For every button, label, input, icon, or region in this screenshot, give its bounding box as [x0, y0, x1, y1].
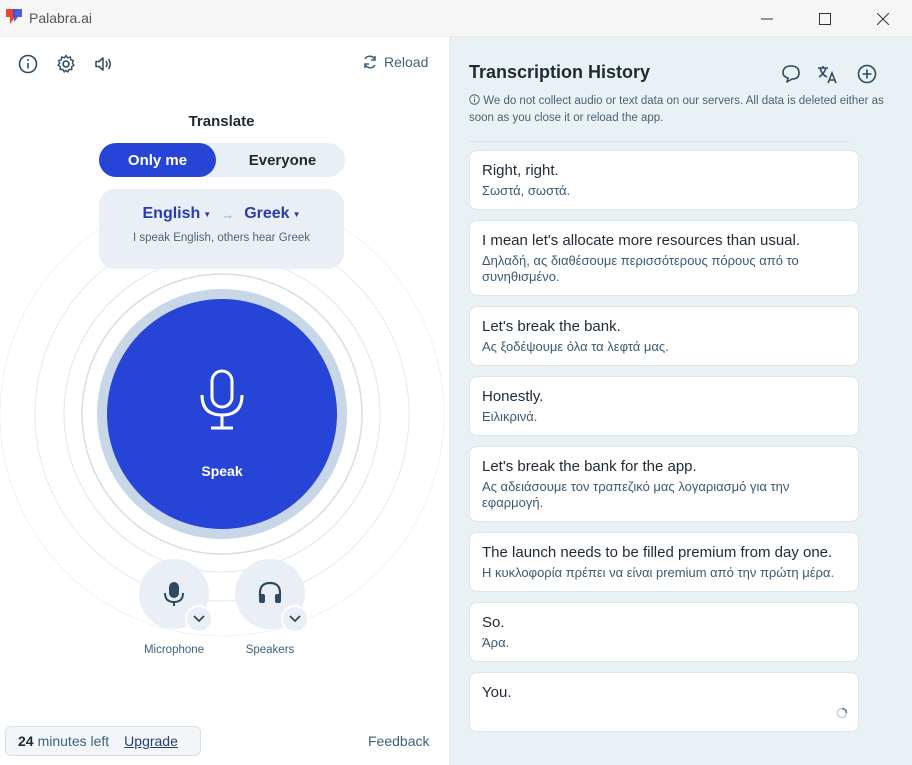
divider — [469, 141, 849, 142]
language-card: English ▼ → Greek ▼ I speak English, oth… — [99, 189, 344, 269]
history-item-source: You. — [482, 684, 512, 701]
minimize-icon — [761, 18, 773, 20]
history-item-source: Honestly. — [482, 388, 544, 405]
privacy-notice-text: We do not collect audio or text data on … — [469, 95, 884, 124]
gear-icon — [57, 54, 75, 73]
speakers-dropdown-button[interactable] — [281, 605, 309, 633]
info-button[interactable] — [17, 53, 39, 75]
history-title: Transcription History — [469, 62, 651, 82]
history-item-source: So. — [482, 614, 505, 631]
feedback-link[interactable]: Feedback — [368, 733, 429, 749]
minutes-suffix: minutes left — [37, 733, 110, 749]
history-item-source: Right, right. — [482, 162, 559, 179]
history-item[interactable]: I mean let's allocate more resources tha… — [469, 220, 859, 296]
history-item-source: I mean let's allocate more resources tha… — [482, 232, 801, 249]
chat-button[interactable] — [780, 63, 802, 85]
info-icon — [469, 94, 480, 105]
source-language-label: English — [142, 205, 201, 222]
add-button[interactable] — [856, 63, 878, 85]
mode-only-me-button[interactable]: Only me — [99, 143, 216, 177]
translate-icon — [818, 66, 837, 84]
history-panel: Transcription History We do not collect … — [449, 37, 912, 765]
reload-button[interactable]: Reload — [362, 54, 428, 70]
info-icon — [18, 54, 38, 74]
history-item[interactable]: Let's break the bank. Ας ξοδέψουμε όλα τα… — [469, 306, 859, 366]
microphone-label: Microphone — [143, 644, 205, 656]
plus-circle-icon — [857, 64, 877, 84]
chat-bubble-icon — [782, 65, 800, 83]
translator-panel: Reload Translate Only me Everyone Englis… — [0, 37, 449, 765]
minutes-value: 24 — [18, 733, 34, 749]
history-item-translation: Σωστά, σωστά. — [482, 183, 571, 198]
history-list: Right, right. Σωστά, σωστά. I mean let's a… — [469, 150, 859, 742]
headphones-icon — [258, 581, 282, 603]
history-item[interactable]: Let's break the bank for the app. Ας αδει… — [469, 446, 859, 522]
history-item[interactable]: Right, right. Σωστά, σωστά. — [469, 150, 859, 210]
mode-toggle: Only me Everyone — [99, 143, 345, 177]
title-bar: Palabra.ai — [0, 0, 912, 37]
source-language-select[interactable]: English ▼ — [143, 205, 212, 223]
speaker-volume-icon — [95, 57, 111, 71]
chevron-down-icon — [193, 615, 205, 623]
arrow-right-icon: → — [221, 206, 235, 222]
history-item[interactable]: Honestly. Ειλικρινά. — [469, 376, 859, 436]
reload-label: Reload — [384, 54, 429, 70]
speak-label: Speak — [201, 463, 243, 479]
history-item-translation: Ειλικρινά. — [482, 409, 538, 424]
history-item-translation: Δηλαδή, ας διαθέσουμε περισσότερους πόρο… — [482, 253, 799, 284]
microphone-icon — [200, 369, 244, 430]
speakers-label: Speakers — [245, 644, 295, 656]
microphone-icon — [164, 582, 184, 606]
target-language-label: Greek — [244, 205, 290, 222]
loading-spinner-icon — [836, 707, 848, 719]
close-button[interactable] — [860, 6, 906, 32]
minimize-button[interactable] — [744, 6, 790, 32]
target-language-select[interactable]: Greek ▼ — [244, 205, 300, 223]
volume-button[interactable] — [92, 53, 114, 75]
language-description: I speak English, others hear Greek — [132, 232, 311, 244]
history-item-translation: Η κυκλοφορία πρέπει να είναι premium από… — [482, 565, 835, 580]
privacy-notice: We do not collect audio or text data on … — [469, 93, 889, 127]
maximize-icon — [819, 13, 831, 25]
history-item-source: The launch needs to be filled premium fr… — [482, 544, 833, 561]
app-title: Palabra.ai — [29, 10, 93, 26]
chevron-down-icon — [289, 615, 301, 623]
settings-button[interactable] — [55, 53, 77, 75]
history-item[interactable]: So. Άρα. — [469, 602, 859, 662]
maximize-button[interactable] — [802, 6, 848, 32]
history-item[interactable]: You. — [469, 672, 859, 732]
mode-everyone-button[interactable]: Everyone — [220, 143, 345, 177]
app-logo-icon — [6, 9, 22, 24]
upgrade-link[interactable]: Upgrade — [124, 733, 178, 749]
reload-icon — [364, 55, 376, 69]
history-item-source: Let's break the bank. — [482, 318, 621, 335]
caret-down-icon: ▼ — [292, 209, 301, 219]
microphone-dropdown-button[interactable] — [185, 605, 213, 633]
minutes-left-badge: 24 minutes left Upgrade — [5, 726, 201, 756]
history-item-translation: Ας ξοδέψουμε όλα τα λεφτά μας. — [482, 339, 669, 354]
speak-button[interactable]: Speak — [107, 299, 337, 529]
history-item-translation: Ας αδειάσουμε τον τραπεζικό μας λογαριασ… — [482, 479, 790, 510]
caret-down-icon: ▼ — [203, 209, 212, 219]
translate-button[interactable] — [817, 63, 839, 85]
translate-heading: Translate — [188, 113, 255, 130]
history-item-translation: Άρα. — [482, 635, 510, 650]
history-item[interactable]: The launch needs to be filled premium fr… — [469, 532, 859, 592]
history-item-source: Let's break the bank for the app. — [482, 458, 697, 475]
close-icon — [877, 13, 889, 25]
